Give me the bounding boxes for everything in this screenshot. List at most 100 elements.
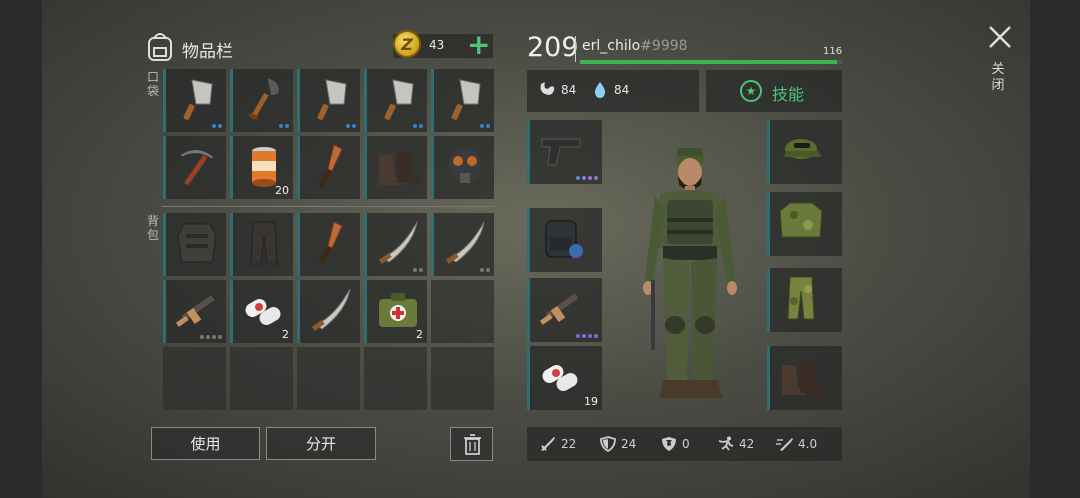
inventory-slot[interactable] xyxy=(527,278,602,342)
inventory-slot[interactable]: 19 xyxy=(527,346,602,410)
durability-dot xyxy=(212,335,216,339)
inventory-slot[interactable] xyxy=(431,69,494,132)
durability-dot xyxy=(419,268,423,272)
close-button[interactable] xyxy=(987,24,1013,50)
fast-sword-icon xyxy=(776,438,793,451)
durability-dot xyxy=(346,124,350,128)
inventory-slot[interactable] xyxy=(163,69,226,132)
durability-dot xyxy=(582,334,586,338)
durability-dot xyxy=(352,124,356,128)
inventory-slot[interactable] xyxy=(364,347,427,410)
durability-dots xyxy=(576,334,598,338)
inventory-slot[interactable] xyxy=(163,136,226,199)
coin-display: Z 43 + xyxy=(393,28,493,61)
durability-dots xyxy=(480,268,490,272)
boots-icon xyxy=(379,151,421,185)
inventory-slot[interactable]: 2 xyxy=(364,280,427,343)
inventory-slot[interactable] xyxy=(297,280,360,343)
durability-dots xyxy=(413,124,423,128)
inventory-slot[interactable] xyxy=(767,192,842,256)
knife-icon xyxy=(318,221,343,265)
inventory-slot[interactable] xyxy=(767,268,842,332)
backpack-icon xyxy=(545,220,583,258)
hp-bar xyxy=(580,60,842,64)
durability-dot xyxy=(486,124,490,128)
durability-dot xyxy=(200,335,204,339)
inventory-slot[interactable] xyxy=(767,120,842,184)
durability-dot xyxy=(594,176,598,180)
radiation-icon xyxy=(662,437,676,451)
shield-icon xyxy=(600,436,616,452)
inventory-slot[interactable] xyxy=(297,69,360,132)
bandage-icon xyxy=(542,365,578,391)
inventory-slot[interactable] xyxy=(431,280,494,343)
durability-dot xyxy=(285,124,289,128)
item-count: 2 xyxy=(416,328,423,341)
pants-icon xyxy=(250,221,278,265)
inventory-slot[interactable] xyxy=(527,120,602,184)
durability-dots xyxy=(576,176,598,180)
inventory-slot[interactable] xyxy=(163,280,226,343)
inventory-header: 物品栏 Z 43 + xyxy=(145,28,495,64)
cleaver-icon xyxy=(384,79,414,120)
inventory-slot[interactable] xyxy=(527,208,602,272)
durability-dots xyxy=(212,124,222,128)
inventory-slot[interactable] xyxy=(297,213,360,276)
durability-dots xyxy=(413,268,423,272)
player-level: 209 xyxy=(527,32,579,63)
inventory-slot[interactable] xyxy=(767,346,842,410)
trash-button[interactable] xyxy=(450,427,493,461)
durability-dot xyxy=(413,268,417,272)
inventory-slot[interactable] xyxy=(230,69,293,132)
section-divider xyxy=(162,206,494,207)
trash-icon xyxy=(464,434,481,455)
durability-dot xyxy=(218,124,222,128)
inventory-slot[interactable] xyxy=(163,213,226,276)
inventory-slot[interactable] xyxy=(230,213,293,276)
use-button[interactable]: 使用 xyxy=(151,427,260,460)
player-name-line: erl_chilo#9998 xyxy=(582,38,688,54)
defense-value: 24 xyxy=(621,437,637,451)
inventory-slot[interactable] xyxy=(431,136,494,199)
inventory-slot[interactable] xyxy=(230,347,293,410)
character-model xyxy=(643,148,737,398)
camo-jacket-icon xyxy=(779,202,823,238)
inventory-slot[interactable] xyxy=(163,347,226,410)
skills-button[interactable]: ★ 技能 xyxy=(706,70,842,112)
inventory-slot[interactable] xyxy=(297,347,360,410)
inventory-title: 物品栏 xyxy=(182,42,233,62)
backpack-label: 背包 xyxy=(146,214,159,242)
water-drop-icon xyxy=(594,82,606,98)
inventory-slot[interactable] xyxy=(297,136,360,199)
durability-dot xyxy=(480,268,484,272)
attack-speed-stat: 4.0 xyxy=(776,436,817,452)
radiation-stat: 0 xyxy=(660,436,690,452)
add-coins-button[interactable]: + xyxy=(467,28,490,61)
durability-dot xyxy=(419,124,423,128)
skills-label: 技能 xyxy=(772,85,805,104)
durability-dot xyxy=(594,334,598,338)
item-count: 2 xyxy=(282,328,289,341)
inventory-slot[interactable]: 20 xyxy=(230,136,293,199)
inventory-slot[interactable] xyxy=(431,347,494,410)
camo-pants-icon xyxy=(787,276,815,320)
inventory-slot[interactable] xyxy=(431,213,494,276)
durability-dots xyxy=(279,124,289,128)
sword-icon xyxy=(541,437,555,451)
cleaver-icon xyxy=(317,79,347,120)
machete-icon xyxy=(445,221,485,264)
split-button[interactable]: 分开 xyxy=(266,427,376,460)
player-name: erl_chilo xyxy=(582,38,641,54)
assault-rifle-icon xyxy=(539,293,579,325)
item-count: 20 xyxy=(275,184,289,197)
inventory-slot[interactable]: 2 xyxy=(230,280,293,343)
inventory-slot[interactable] xyxy=(364,213,427,276)
speed-value: 42 xyxy=(739,437,755,451)
vitals-box: 84 84 xyxy=(527,70,699,112)
durability-dot xyxy=(480,124,484,128)
coin-icon: Z xyxy=(393,30,421,58)
inventory-slot[interactable] xyxy=(364,136,427,199)
inventory-slot[interactable] xyxy=(364,69,427,132)
close-label[interactable]: 关闭 xyxy=(990,62,1006,94)
boots-icon xyxy=(782,361,824,395)
